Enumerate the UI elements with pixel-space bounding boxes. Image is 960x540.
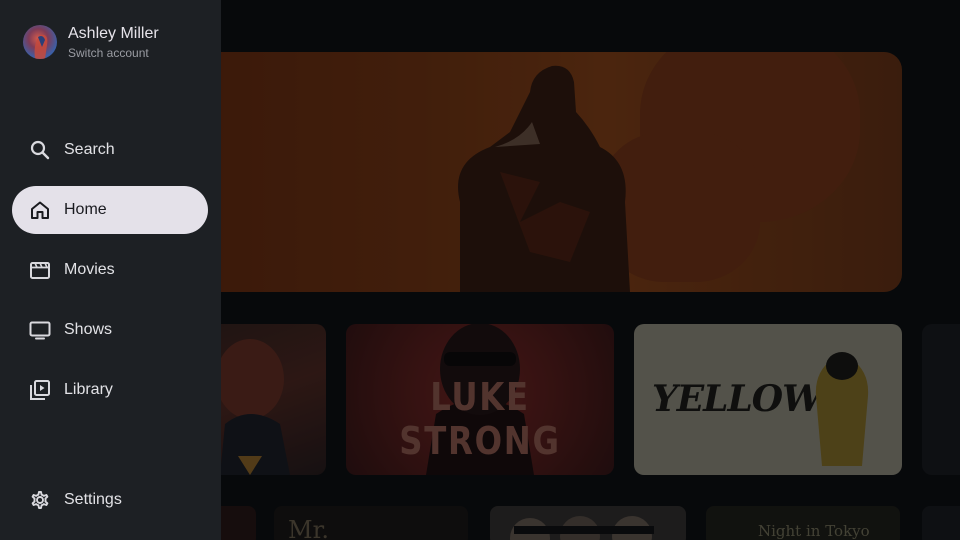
thumb-art-image	[510, 516, 654, 540]
nav-item-label: Shows	[64, 321, 113, 338]
nav-item-label: Movies	[64, 261, 115, 278]
card-art-image	[815, 352, 869, 466]
tv-home-screen: LUKE STRONG YELLOW Mr. Night in Tokyo As…	[0, 0, 960, 540]
card-title: LUKE STRONG	[399, 375, 561, 463]
nav-item-settings[interactable]: Settings	[12, 476, 208, 524]
library-icon	[30, 380, 50, 400]
account-name: Ashley Miller	[68, 24, 159, 42]
nav-item-shows[interactable]: Shows	[12, 306, 208, 354]
content-thumb[interactable]	[922, 506, 960, 540]
card-title: YELLOW	[652, 378, 823, 420]
home-icon	[31, 201, 49, 219]
thumb-title: Night in Tokyo	[758, 522, 870, 540]
nav-item-label: Search	[64, 141, 115, 158]
nav-item-label: Settings	[64, 491, 122, 508]
navigation-drawer: Ashley Miller Switch account Search Home	[0, 0, 221, 540]
gear-icon	[31, 491, 49, 509]
hero-banner[interactable]	[160, 52, 902, 292]
nav-item-label: Home	[64, 201, 107, 218]
movie-icon	[30, 262, 50, 279]
search-icon	[30, 140, 50, 160]
content-thumb[interactable]: Night in Tokyo	[706, 506, 900, 540]
switch-account-label: Switch account	[68, 45, 149, 60]
avatar	[23, 25, 57, 59]
thumb-title: Mr.	[288, 516, 330, 540]
nav-item-search[interactable]: Search	[12, 126, 208, 174]
content-card[interactable]: LUKE STRONG	[346, 324, 614, 475]
content-card[interactable]: YELLOW	[634, 324, 902, 475]
nav-item-movies[interactable]: Movies	[12, 246, 208, 294]
nav-item-library[interactable]: Library	[12, 366, 208, 414]
avatar-image	[34, 34, 48, 59]
content-card[interactable]	[922, 324, 960, 475]
tv-icon	[29, 321, 51, 340]
nav-item-label: Library	[64, 381, 113, 398]
account-switcher[interactable]: Ashley Miller Switch account	[23, 22, 213, 62]
nav-item-home[interactable]: Home	[12, 186, 208, 234]
hero-figure-image	[458, 65, 630, 292]
content-thumb[interactable]	[490, 506, 686, 540]
content-thumb[interactable]: Mr.	[274, 506, 468, 540]
